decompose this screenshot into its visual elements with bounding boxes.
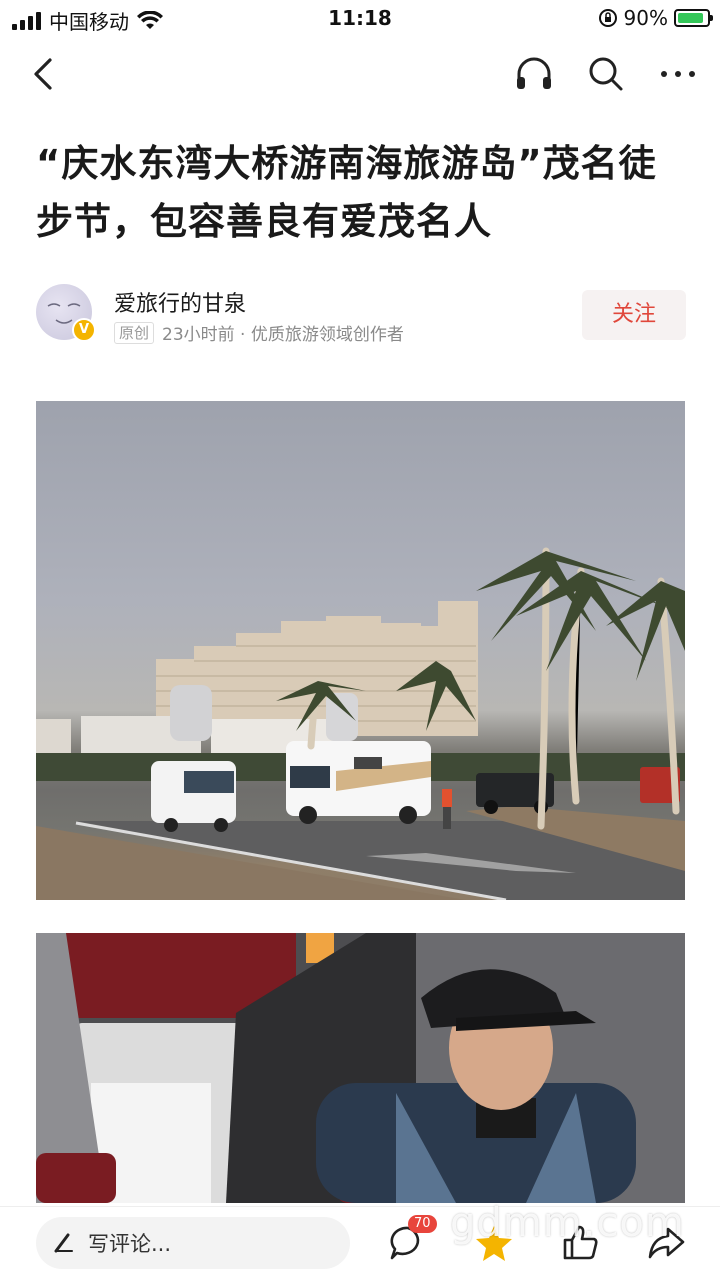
search-button[interactable] xyxy=(584,52,628,96)
more-button[interactable] xyxy=(656,52,700,96)
comment-input[interactable]: 写评论... xyxy=(36,1217,350,1269)
battery-percent: 90% xyxy=(623,6,668,30)
author-meta: 原创 23小时前 · 优质旅游领域创作者 xyxy=(114,320,404,345)
rv-street-illustration xyxy=(36,547,685,900)
original-badge: 原创 xyxy=(114,321,155,344)
headphones-icon xyxy=(517,57,551,89)
battery-level xyxy=(678,13,704,23)
comments-button[interactable]: 70 xyxy=(386,1215,437,1265)
pen-icon xyxy=(54,1233,73,1253)
article-photo-driver xyxy=(36,933,685,1203)
follow-button[interactable]: 关注 xyxy=(582,290,686,340)
verified-badge: V xyxy=(72,318,96,342)
listen-button[interactable] xyxy=(512,52,556,96)
status-right: 90% xyxy=(598,6,713,30)
driver-illustration xyxy=(36,933,685,1203)
more-icon xyxy=(661,71,695,77)
back-button[interactable] xyxy=(24,52,68,96)
watermark: gdmm.com xyxy=(450,1200,685,1246)
comment-count-badge: 70 xyxy=(408,1215,437,1233)
search-icon xyxy=(589,57,623,91)
top-nav xyxy=(0,40,720,110)
article-title: “庆水东湾大桥游南海旅游岛”茂名徒步节，包容善良有爱茂名人 xyxy=(36,142,657,243)
author-name[interactable]: 爱旅行的甘泉 xyxy=(114,286,246,318)
avatar[interactable]: V xyxy=(36,284,96,342)
orientation-lock-icon xyxy=(598,9,617,27)
author-meta-text: 23小时前 · 优质旅游领域创作者 xyxy=(162,325,404,345)
article-photo-rv-street xyxy=(36,401,685,900)
battery-icon xyxy=(674,9,713,27)
comment-placeholder: 写评论... xyxy=(88,1232,172,1256)
author-row: V 爱旅行的甘泉 原创 23小时前 · 优质旅游领域创作者 关注 xyxy=(36,282,686,352)
chevron-left-icon xyxy=(34,58,52,90)
status-bar: 中国移动 11:18 90% xyxy=(0,0,720,40)
